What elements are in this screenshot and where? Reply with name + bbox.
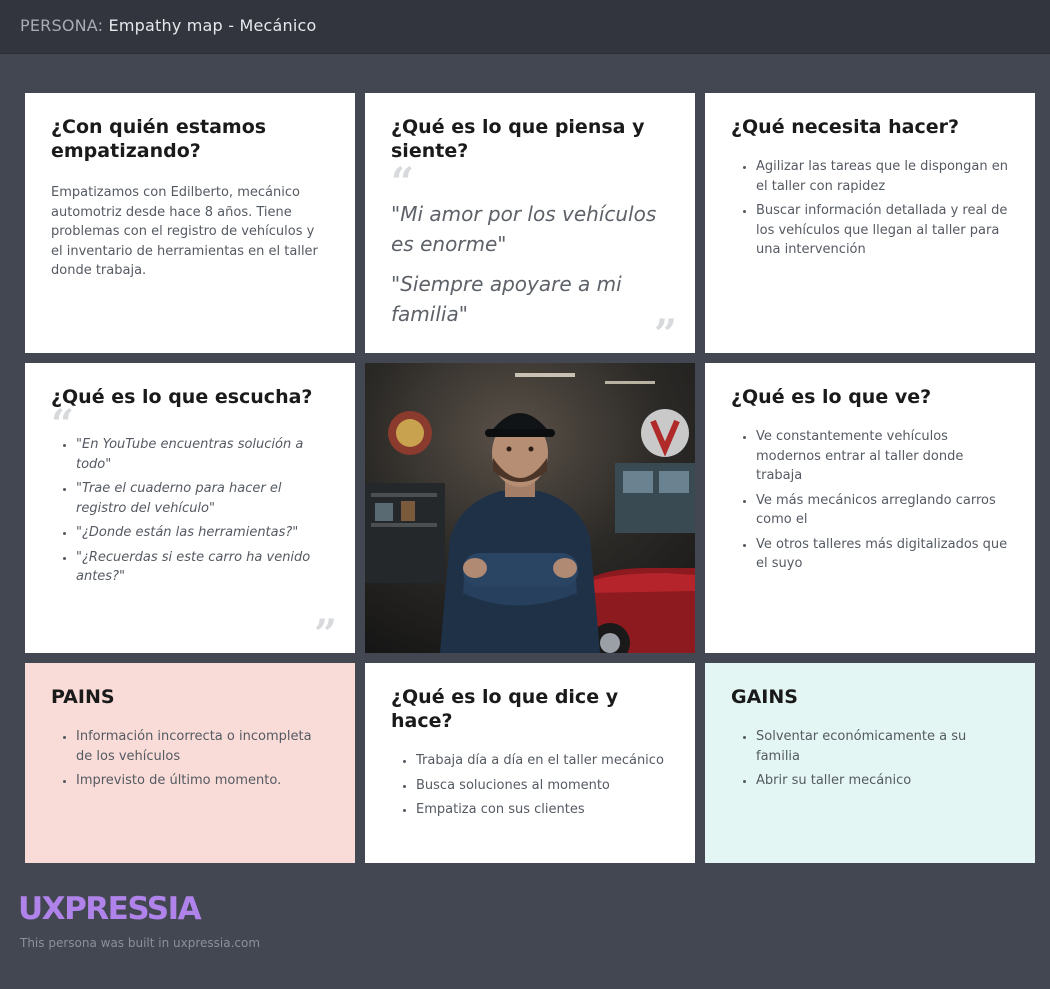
persona-prefix: PERSONA: (20, 16, 104, 35)
card-title: PAINS (51, 686, 115, 708)
list-item: Trabaja día a día en el taller mecánico (416, 751, 669, 771)
card-think-feel: ¿Qué es lo que piensa y siente? “ "Mi am… (365, 93, 695, 353)
persona-title: Empathy map - Mecánico (108, 16, 317, 35)
card-gains: GAINS Solventar económicamente a su fami… (705, 663, 1035, 863)
item-list: Información incorrecta o incompleta de l… (51, 727, 329, 791)
list-item: Abrir su taller mecánico (756, 771, 1009, 791)
card-need-do: ¿Qué necesita hacer? Agilizar las tareas… (705, 93, 1035, 353)
persona-photo (365, 363, 695, 653)
list-item: Empatiza con sus clientes (416, 800, 669, 820)
list-item: Ve constantemente vehículos modernos ent… (756, 427, 1009, 486)
footer-credit: This persona was built in uxpressia.com (20, 936, 261, 950)
page-title: PERSONA: Empathy map - Mecánico (20, 16, 317, 35)
list-item: Ve otros talleres más digitalizados que … (756, 535, 1009, 574)
list-item: Agilizar las tareas que le dispongan en … (756, 157, 1009, 196)
item-list: Trabaja día a día en el taller mecánico … (391, 751, 669, 820)
item-list: Agilizar las tareas que le dispongan en … (731, 157, 1009, 260)
item-list: Ve constantemente vehículos modernos ent… (731, 427, 1009, 574)
close-quote-icon: ” (653, 311, 677, 354)
uxpressia-logo[interactable]: UXPRESSIA (18, 890, 202, 928)
list-item: "Trae el cuaderno para hacer el registro… (76, 479, 329, 518)
card-see: ¿Qué es lo que ve? Ve constantemente veh… (705, 363, 1035, 653)
list-item: Imprevisto de último momento. (76, 771, 329, 791)
card-text: Empatizamos con Edilberto, mecánico auto… (51, 185, 318, 278)
card-title: ¿Qué es lo que ve? (731, 386, 932, 408)
open-quote-icon: “ (51, 401, 75, 448)
quote: "Siempre apoyare a mi familia" (391, 272, 622, 326)
close-quote-icon: ” (313, 611, 337, 654)
list-item: "En YouTube encuentras solución a todo" (76, 435, 329, 474)
open-quote-icon: “ (391, 159, 415, 206)
list-item: "¿Recuerdas si este carro ha venido ante… (76, 548, 329, 587)
card-title: ¿Qué es lo que escucha? (51, 386, 313, 408)
card-pains: PAINS Información incorrecta o incomplet… (25, 663, 355, 863)
item-list: "En YouTube encuentras solución a todo" … (51, 435, 329, 587)
card-title: ¿Qué necesita hacer? (731, 116, 959, 138)
card-hear: ¿Qué es lo que escucha? “ "En YouTube en… (25, 363, 355, 653)
card-title: GAINS (731, 686, 798, 708)
card-title: ¿Qué es lo que dice y hace? (391, 686, 619, 732)
list-item: Ve más mecánicos arreglando carros como … (756, 491, 1009, 530)
card-title: ¿Con quién estamos empatizando? (51, 116, 267, 162)
item-list: Solventar económicamente a su familia Ab… (731, 727, 1009, 791)
list-item: Solventar económicamente a su familia (756, 727, 1009, 766)
list-item: Busca soluciones al momento (416, 776, 669, 796)
card-title: ¿Qué es lo que piensa y siente? (391, 116, 645, 162)
card-say-do: ¿Qué es lo que dice y hace? Trabaja día … (365, 663, 695, 863)
card-with-who: ¿Con quién estamos empatizando? Empatiza… (25, 93, 355, 353)
quote: "Mi amor por los vehículos es enorme" (391, 202, 657, 256)
list-item: Información incorrecta o incompleta de l… (76, 727, 329, 766)
list-item: Buscar información detallada y real de l… (756, 201, 1009, 260)
list-item: "¿Donde están las herramientas?" (76, 523, 329, 543)
top-bar: PERSONA: Empathy map - Mecánico (0, 0, 1050, 54)
